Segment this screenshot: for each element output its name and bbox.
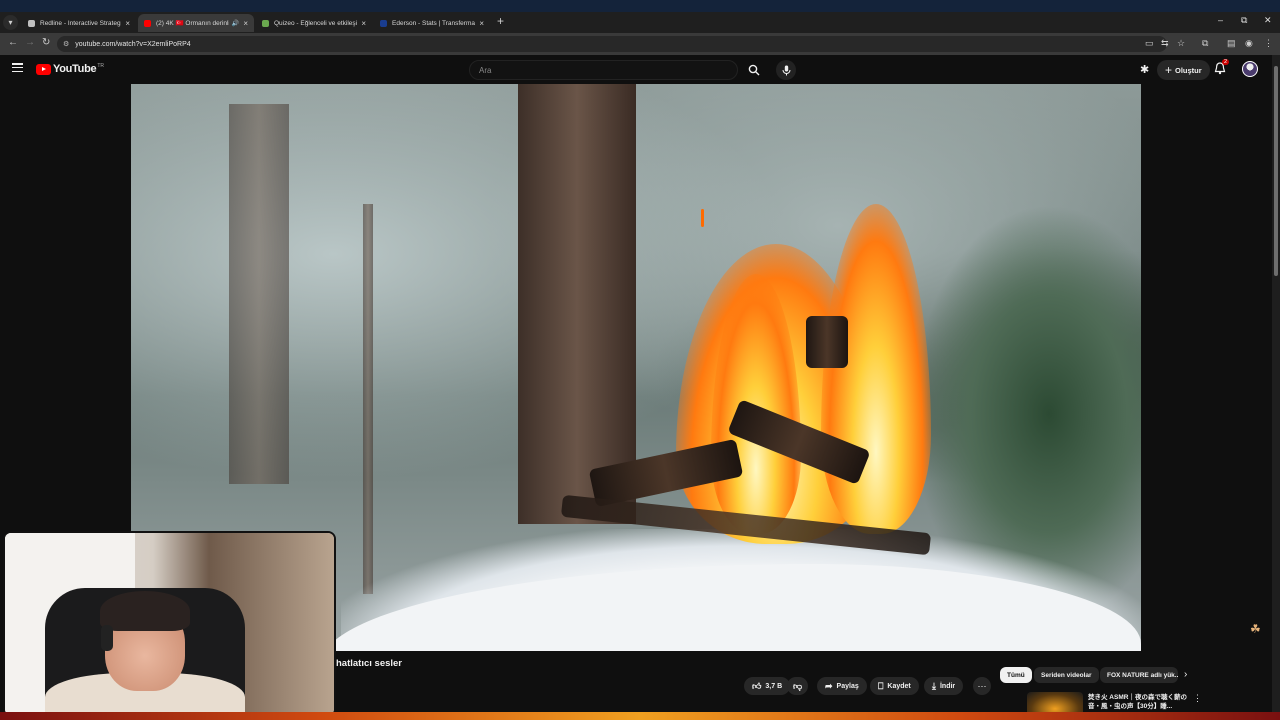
- account-avatar[interactable]: [1242, 61, 1258, 77]
- bookmark-icon: ⎕: [878, 680, 884, 691]
- youtube-favicon-icon: [144, 19, 151, 27]
- close-tab-icon[interactable]: ×: [361, 19, 366, 28]
- cast-icon[interactable]: ▭: [1145, 38, 1154, 49]
- browser-tab-1[interactable]: Redline - Interactive Strategic I... ×: [22, 14, 136, 32]
- microphone-icon: [782, 65, 790, 75]
- tab-search-chevron-icon[interactable]: ▾: [3, 15, 18, 30]
- forward-arrow-icon[interactable]: →: [25, 37, 35, 48]
- webcam-overlay: [3, 531, 336, 717]
- more-horizontal-icon: ⋯: [977, 680, 987, 691]
- download-icon: ⤓: [932, 680, 936, 691]
- mascot-icon: ☘: [1250, 622, 1261, 636]
- minimize-button[interactable]: –: [1218, 15, 1223, 25]
- browser-toolbar: ← → ↻ ⚙ youtube.com/watch?v=X2emliPoRP4 …: [0, 33, 1280, 55]
- overlay-bottom-strip: [0, 712, 1280, 720]
- region-code: TR: [97, 63, 104, 69]
- youtube-play-icon: [36, 63, 51, 75]
- tab-title: Ederson - Stats | Transfermarkt: [392, 19, 476, 27]
- create-label: Oluştur: [1175, 65, 1202, 75]
- download-button[interactable]: ⤓ İndir: [924, 677, 964, 695]
- back-arrow-icon[interactable]: ←: [8, 37, 18, 48]
- download-label: İndir: [939, 682, 956, 690]
- bookmark-star-icon[interactable]: ☆: [1177, 38, 1185, 49]
- close-tab-icon[interactable]: ×: [243, 19, 248, 28]
- more-actions-button[interactable]: ⋯: [973, 677, 991, 695]
- menu-kebab-icon[interactable]: ⋮: [1264, 38, 1273, 49]
- youtube-logo[interactable]: YouTube TR: [36, 63, 104, 75]
- redline-favicon-icon: [28, 19, 35, 27]
- reload-icon[interactable]: ↻: [42, 37, 50, 48]
- extensions-icon[interactable]: ⧉: [1202, 38, 1208, 49]
- transfermarkt-favicon-icon: [380, 19, 387, 27]
- burning-log: [806, 316, 848, 368]
- hamburger-menu-icon[interactable]: [12, 63, 23, 72]
- browser-tab-2-active[interactable]: (2) 4K 🇹🇷 Ormanın derinli... 🔊 ×: [138, 14, 254, 32]
- tab-title: Redline - Interactive Strategic I...: [40, 19, 121, 27]
- tab-title: Quizeo - Eğlenceli ve etkileşimli ...: [274, 19, 358, 27]
- logo-wordmark: YouTube: [53, 63, 97, 75]
- like-count: 3,7 B: [765, 682, 783, 690]
- url-text[interactable]: youtube.com/watch?v=X2emliPoRP4: [75, 41, 190, 48]
- create-button[interactable]: + Oluştur: [1157, 60, 1210, 80]
- tree-trunk: [229, 104, 289, 484]
- extension-gear-icon[interactable]: ✱: [1140, 63, 1149, 76]
- video-title: hatlatıcı sesler: [336, 658, 403, 669]
- recommendation-menu-icon[interactable]: ⋮: [1193, 693, 1202, 704]
- site-info-icon[interactable]: ⚙: [63, 40, 69, 48]
- youtube-header: YouTube TR ✱ + Oluştur 2: [0, 55, 1280, 84]
- streamer-hair: [100, 591, 190, 631]
- notifications-button[interactable]: 2: [1214, 59, 1230, 80]
- scrollbar-thumb[interactable]: [1274, 66, 1278, 276]
- new-tab-button[interactable]: +: [497, 14, 504, 28]
- plus-icon: +: [1165, 63, 1173, 77]
- quizeo-favicon-icon: [262, 19, 269, 27]
- share-label: Paylaş: [836, 682, 859, 690]
- sidebar-icon[interactable]: ▤: [1227, 38, 1236, 49]
- close-tab-icon[interactable]: ×: [479, 19, 484, 28]
- chip-from-series[interactable]: Seriden videolar: [1034, 667, 1099, 683]
- thumbs-down-icon: 👎︎: [793, 680, 803, 691]
- save-label: Kaydet: [887, 682, 911, 690]
- headphones: [101, 625, 113, 651]
- share-arrow-icon: ➦: [825, 680, 833, 691]
- tree-trunk: [518, 84, 636, 524]
- search-box[interactable]: [469, 60, 738, 80]
- address-bar[interactable]: ⚙ youtube.com/watch?v=X2emliPoRP4: [57, 36, 1167, 52]
- tab-title: (2) 4K 🇹🇷 Ormanın derinli...: [156, 20, 229, 27]
- search-input[interactable]: [479, 65, 709, 75]
- browser-tab-3[interactable]: Quizeo - Eğlenceli ve etkileşimli ... ×: [256, 14, 372, 32]
- chevron-right-icon[interactable]: ›: [1184, 669, 1187, 680]
- voice-search-button[interactable]: [776, 60, 796, 80]
- notification-badge: 2: [1222, 59, 1230, 65]
- audio-playing-icon[interactable]: 🔊: [232, 20, 239, 27]
- search-button[interactable]: [740, 60, 767, 80]
- save-button[interactable]: ⎕ Kaydet: [870, 677, 919, 695]
- browser-tab-4[interactable]: Ederson - Stats | Transfermarkt ×: [374, 14, 490, 32]
- translate-icon[interactable]: ⇆: [1161, 38, 1169, 49]
- profile-icon[interactable]: ◉: [1245, 38, 1253, 49]
- thumbs-up-icon: 👍︎: [752, 680, 762, 691]
- restore-button[interactable]: ⧉: [1241, 15, 1247, 26]
- close-tab-icon[interactable]: ×: [125, 19, 130, 28]
- chip-channel[interactable]: FOX NATURE adlı yük...: [1100, 667, 1178, 683]
- chip-all[interactable]: Tümü: [1000, 667, 1032, 683]
- like-button[interactable]: 👍︎ 3,7 B: [744, 677, 791, 695]
- browser-tab-strip: ▾ Redline - Interactive Strategic I... ×…: [0, 0, 1280, 33]
- close-window-button[interactable]: ✕: [1264, 15, 1272, 26]
- search-icon: [748, 64, 759, 76]
- dislike-button[interactable]: 👎︎: [787, 677, 809, 695]
- share-button[interactable]: ➦ Paylaş: [817, 677, 867, 695]
- spark: [701, 209, 704, 227]
